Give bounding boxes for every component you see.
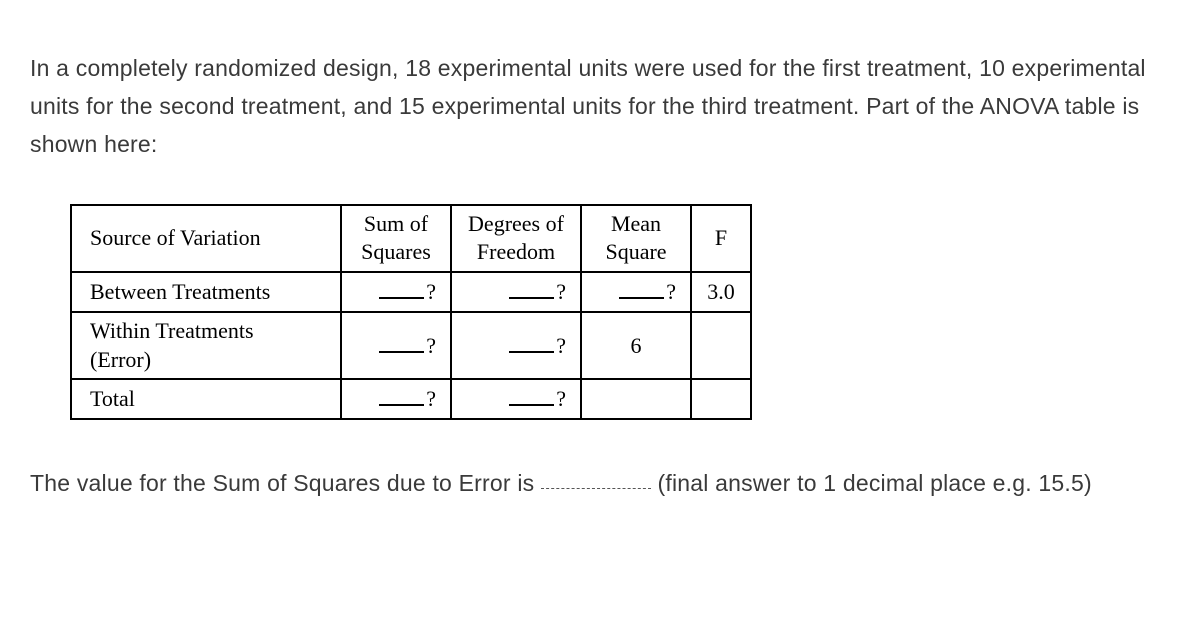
blank-underline [619,297,664,299]
between-ms-cell: ? [581,272,691,312]
header-f: F [691,205,751,272]
total-ss-value: ? [426,386,436,411]
header-ss: Sum of Squares [341,205,451,272]
answer-blank [541,466,651,489]
blank-underline [509,297,554,299]
header-ms-line1: Mean [611,211,661,236]
between-ms-value: ? [666,279,676,304]
question-prefix: The value for the Sum of Squares due to … [30,470,541,496]
between-ss-cell: ? [341,272,451,312]
between-df-value: ? [556,279,566,304]
within-label: Within Treatments (Error) [71,312,341,379]
within-df-value: ? [556,333,566,358]
table-row-total: Total ? ? [71,379,751,419]
header-ss-line2: Squares [361,239,431,264]
header-ms-line2: Square [605,239,666,264]
between-label: Between Treatments [71,272,341,312]
between-f-cell: 3.0 [691,272,751,312]
blank-underline [509,351,554,353]
total-df-cell: ? [451,379,581,419]
blank-underline [379,297,424,299]
total-label: Total [71,379,341,419]
blank-underline [379,351,424,353]
header-df-line1: Degrees of [468,211,564,236]
table-row-between: Between Treatments ? ? ? 3.0 [71,272,751,312]
question-prompt: The value for the Sum of Squares due to … [30,465,1170,503]
table-row-within: Within Treatments (Error) ? ? 6 [71,312,751,379]
header-source: Source of Variation [71,205,341,272]
between-df-cell: ? [451,272,581,312]
header-df: Degrees of Freedom [451,205,581,272]
total-ss-cell: ? [341,379,451,419]
total-ms-cell [581,379,691,419]
anova-table: Source of Variation Sum of Squares Degre… [70,204,752,420]
within-f-cell [691,312,751,379]
total-f-cell [691,379,751,419]
within-ss-value: ? [426,333,436,358]
within-ms-cell: 6 [581,312,691,379]
anova-table-wrapper: Source of Variation Sum of Squares Degre… [70,204,1170,420]
total-df-value: ? [556,386,566,411]
table-header-row: Source of Variation Sum of Squares Degre… [71,205,751,272]
between-ss-value: ? [426,279,436,304]
within-ss-cell: ? [341,312,451,379]
header-ss-line1: Sum of [364,211,428,236]
header-ms: Mean Square [581,205,691,272]
header-df-line2: Freedom [477,239,555,264]
within-df-cell: ? [451,312,581,379]
blank-underline [379,404,424,406]
within-label-line2: (Error) [90,347,151,372]
problem-intro: In a completely randomized design, 18 ex… [30,50,1170,164]
within-label-line1: Within Treatments [90,318,254,343]
blank-underline [509,404,554,406]
question-suffix: (final answer to 1 decimal place e.g. 15… [651,470,1092,496]
